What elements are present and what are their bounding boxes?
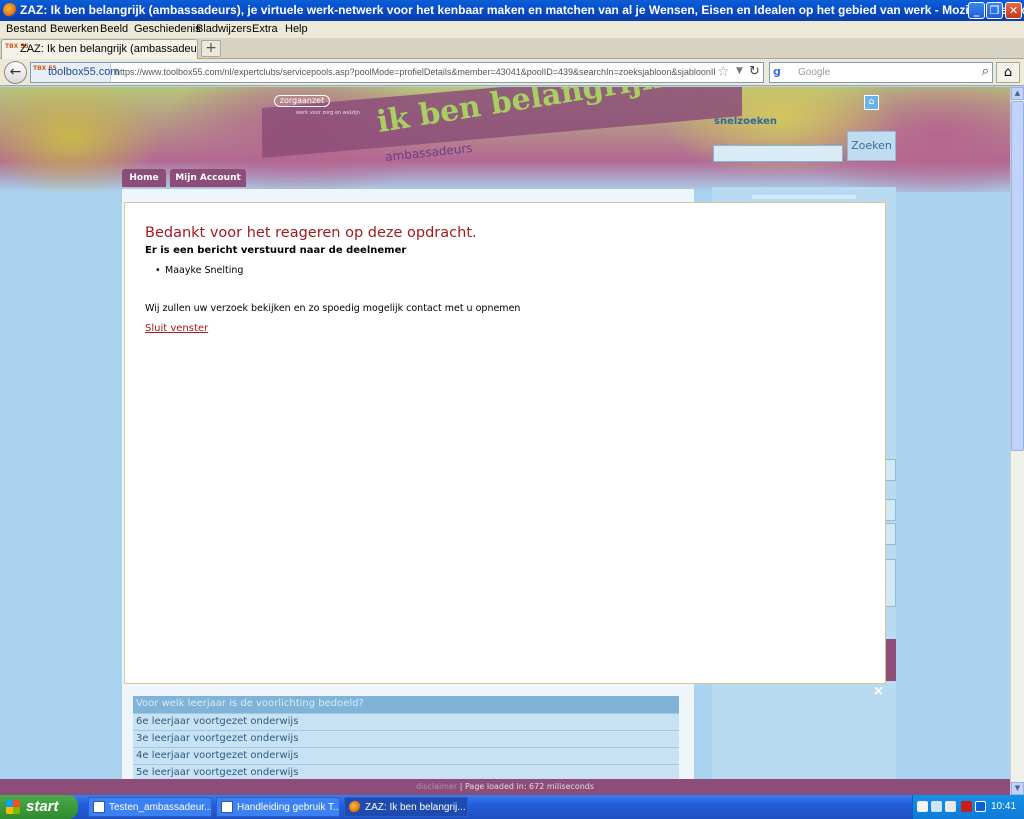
window-title: ZAZ: Ik ben belangrijk (ambassadeurs), j… — [20, 3, 1024, 17]
system-tray: 10:41 — [912, 795, 1024, 819]
menu-extra[interactable]: Extra — [252, 23, 278, 35]
dialog-close-icon[interactable]: × — [873, 684, 884, 699]
home-icon[interactable]: ⌂ — [996, 62, 1020, 83]
right-column-field — [885, 559, 896, 607]
volume-icon[interactable] — [945, 801, 956, 812]
table-row[interactable]: 5e leerjaar voortgezet onderwijs — [133, 764, 679, 779]
minimize-button[interactable]: _ — [968, 2, 985, 19]
disclaimer-link[interactable]: disclaimer — [416, 782, 457, 791]
leerjaar-table: Voor welk leerjaar is de voorlichting be… — [133, 696, 679, 779]
menu-bestand[interactable]: Bestand — [6, 23, 46, 35]
dialog-heading: Bedankt voor het reageren op deze opdrac… — [145, 225, 477, 241]
snelzoeken-input[interactable] — [713, 145, 843, 162]
back-button[interactable]: ← — [4, 61, 27, 84]
nav-home[interactable]: Home — [122, 169, 166, 187]
task-handleiding[interactable]: Handleiding gebruik T... — [216, 797, 340, 817]
search-bar[interactable]: g Google ⌕ — [769, 62, 993, 83]
nav-mijn-account[interactable]: Mijn Account — [170, 169, 246, 187]
clock: 10:41 — [991, 801, 1017, 812]
taskbar: start Testen_ambassadeur... Handleiding … — [0, 795, 1024, 819]
dialog-message: Wij zullen uw verzoek bekijken en zo spo… — [145, 303, 521, 314]
firefox-icon — [3, 3, 17, 17]
windows-flag-icon — [6, 800, 20, 814]
confirmation-dialog: Bedankt voor het reageren op deze opdrac… — [124, 202, 886, 684]
reload-icon[interactable]: ↻ — [749, 64, 760, 79]
search-placeholder: Google — [798, 67, 831, 78]
zoeken-button[interactable]: Zoeken — [847, 131, 896, 161]
right-column-field — [885, 499, 896, 521]
recipient-item: Maayke Snelting — [155, 265, 244, 276]
site-host: toolbox55.com — [48, 66, 120, 78]
tab-strip: TBX 55 ZAZ: Ik ben belangrijk (ambassade… — [0, 38, 1024, 59]
tab-label: ZAZ: Ik ben belangrijk (ambassadeurs), j… — [20, 43, 196, 55]
menu-bewerken[interactable]: Bewerken — [50, 23, 99, 35]
window-titlebar: ZAZ: Ik ben belangrijk (ambassadeurs), j… — [0, 0, 1024, 21]
url-dropdown-icon[interactable]: ▼ — [736, 66, 743, 76]
right-column-field — [885, 459, 896, 481]
page-footer: disclaimer | Page loaded in: 672 milisec… — [0, 779, 1010, 795]
page-load-time: | Page loaded in: 672 miliseconds — [457, 782, 595, 791]
firefox-icon — [349, 801, 361, 813]
table-row[interactable]: 6e leerjaar voortgezet onderwijs — [133, 713, 679, 730]
page-viewport: zorgaanzet werk voor zorg en welzijn ik … — [0, 87, 1010, 779]
start-label: start — [26, 798, 59, 815]
navigation-bar: ← TBX 55 toolbox55.com https://www.toolb… — [0, 59, 1024, 86]
task-firefox[interactable]: ZAZ: Ik ben belangrij... — [344, 797, 468, 817]
skype-icon[interactable] — [975, 801, 986, 812]
url-text[interactable]: https://www.toolbox55.com/nl/expertclubs… — [115, 67, 715, 77]
google-icon[interactable]: g — [773, 65, 787, 79]
scroll-down-icon[interactable]: ▼ — [1011, 782, 1024, 795]
task-label: Testen_ambassadeur... — [109, 802, 212, 813]
new-tab-button[interactable]: + — [201, 40, 221, 57]
logo-tagline: werk voor zorg en welzijn — [296, 110, 360, 116]
site-banner: zorgaanzet werk voor zorg en welzijn ik … — [0, 87, 1010, 192]
menu-geschiedenis[interactable]: Geschiedenis — [134, 23, 201, 35]
scroll-up-icon[interactable]: ▲ — [1011, 87, 1024, 100]
restore-button[interactable]: ❐ — [986, 2, 1003, 19]
bookmark-star-icon[interactable]: ☆ — [717, 64, 730, 80]
close-window-button[interactable]: ✕ — [1005, 2, 1022, 19]
url-bar[interactable]: TBX 55 toolbox55.com https://www.toolbox… — [30, 62, 764, 83]
network-icon[interactable] — [931, 801, 942, 812]
task-testen[interactable]: Testen_ambassadeur... — [88, 797, 212, 817]
table-header: Voor welk leerjaar is de voorlichting be… — [133, 696, 679, 713]
menu-help[interactable]: Help — [285, 23, 308, 35]
scroll-thumb[interactable] — [1011, 101, 1024, 451]
table-row[interactable]: 3e leerjaar voortgezet onderwijs — [133, 730, 679, 747]
site-identity[interactable]: TBX 55 toolbox55.com — [31, 63, 120, 82]
right-column-box — [752, 195, 856, 199]
menu-bar: Bestand Bewerken Beeld Geschiedenis Blad… — [0, 21, 1024, 38]
sluit-venster-link[interactable]: Sluit venster — [145, 323, 208, 334]
menu-beeld[interactable]: Beeld — [100, 23, 128, 35]
zorgaanzet-logo[interactable]: zorgaanzet — [274, 95, 330, 107]
tray-arrow-icon[interactable] — [917, 801, 928, 812]
right-column-field — [885, 523, 896, 545]
start-button[interactable]: start — [0, 795, 78, 819]
dialog-subheading: Er is een bericht verstuurd naar de deel… — [145, 245, 407, 256]
task-label: ZAZ: Ik ben belangrij... — [365, 802, 466, 813]
security-icon[interactable] — [961, 801, 972, 812]
menu-bladwijzers[interactable]: Bladwijzers — [196, 23, 252, 35]
document-icon — [221, 801, 233, 813]
document-icon — [93, 801, 105, 813]
snelzoeken-label: snelzoeken — [714, 116, 778, 127]
table-row[interactable]: 4e leerjaar voortgezet onderwijs — [133, 747, 679, 764]
search-icon[interactable]: ⌕ — [982, 64, 989, 79]
vertical-scrollbar[interactable]: ▲ ▼ — [1010, 87, 1024, 795]
site-home-icon[interactable]: ⌂ — [864, 95, 879, 110]
task-label: Handleiding gebruik T... — [237, 802, 340, 813]
tab-zaz[interactable]: TBX 55 ZAZ: Ik ben belangrijk (ambassade… — [1, 39, 198, 59]
